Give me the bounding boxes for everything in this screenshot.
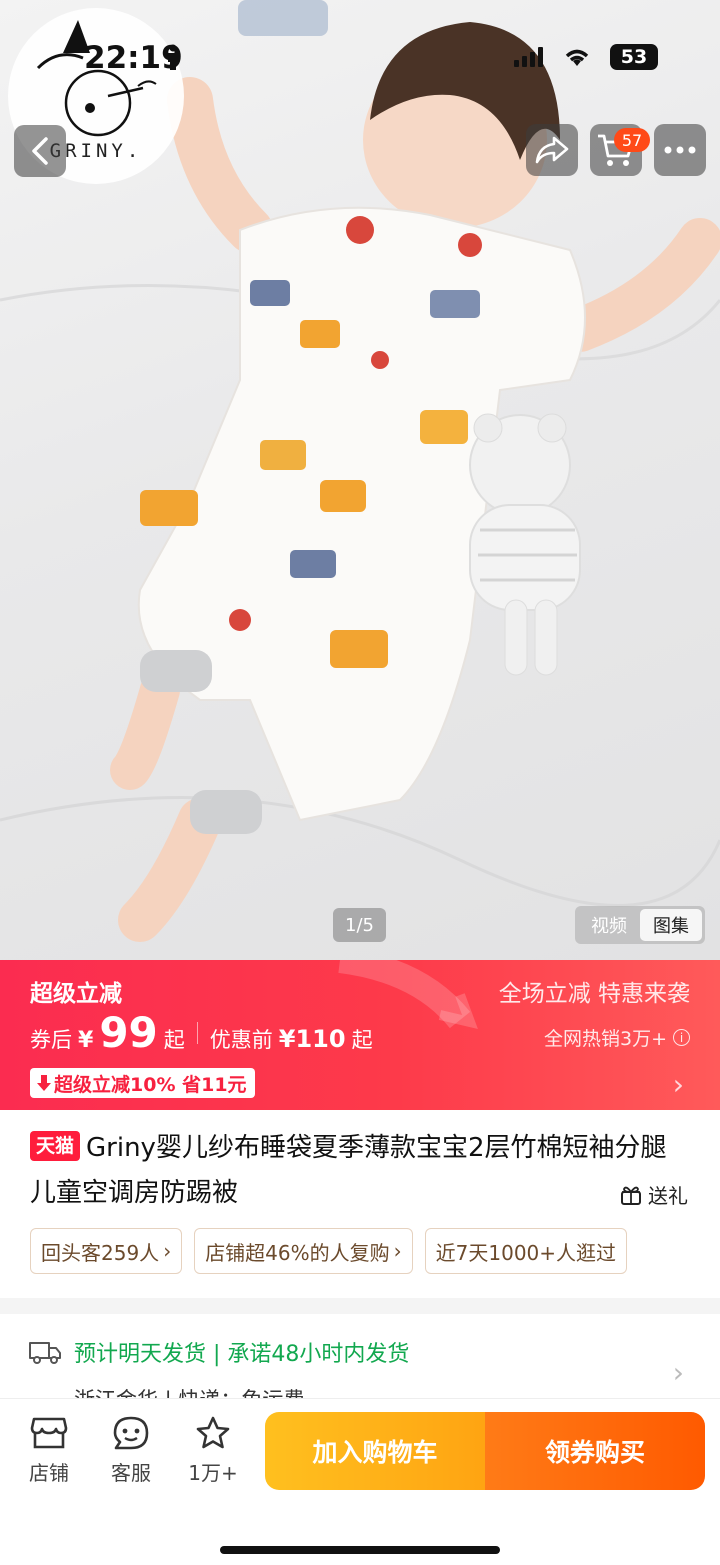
price-suffix: 起 (163, 1028, 185, 1052)
chevron-left-icon (32, 137, 48, 165)
final-price: 99 (99, 1008, 158, 1057)
chevron-right-icon: › (672, 1356, 684, 1389)
gift-label: 送礼 (648, 1184, 688, 1208)
before-suffix: 起 (351, 1028, 373, 1052)
bottom-action-bar: 店铺 客服 1万+ 加入购物车 领券购买 (0, 1398, 720, 1565)
service-icon (113, 1416, 149, 1450)
tab-gallery[interactable]: 图集 (640, 909, 702, 941)
purchase-buttons: 加入购物车 领券购买 (265, 1412, 705, 1490)
delivery-estimate: 预计明天发货 | 承诺48小时内发货 (28, 1336, 409, 1368)
price-divider (196, 1022, 198, 1044)
promo-banner[interactable]: 超级立减 券后 ¥ 99 起 优惠前 ¥110 起 超级立减10% 省11元 全… (0, 960, 720, 1110)
share-button[interactable] (526, 124, 578, 176)
original-price: ¥110 (278, 1025, 346, 1053)
buy-with-coupon-button[interactable]: 领券购买 (485, 1412, 705, 1490)
delivery-card[interactable]: 预计明天发货 | 承诺48小时内发货 浙江金华 | 快递：免运费 › (0, 1314, 720, 1400)
chevron-right-icon: › (163, 1239, 172, 1263)
add-to-cart-button[interactable]: 加入购物车 (265, 1412, 485, 1490)
chevron-right-icon: › (672, 1068, 684, 1101)
chip-returning-customers[interactable]: 回头客259人 › (30, 1228, 183, 1274)
promo-slogan: 全场立减 特惠来袭 (498, 981, 690, 1007)
more-button[interactable] (654, 124, 706, 176)
info-icon: i (673, 1029, 690, 1046)
sales-info[interactable]: 全网热销3万+ i (544, 1024, 690, 1051)
star-icon (196, 1416, 230, 1449)
more-dots-icon (664, 146, 696, 154)
wifi-icon (565, 49, 589, 66)
gift-icon (621, 1186, 641, 1205)
product-title-text: Griny婴儿纱布睡袋夏季薄款宝宝2层竹棉短袖分腿儿童空调房防踢被 (30, 1133, 667, 1208)
favorite-button[interactable]: 1万+ (178, 1415, 248, 1486)
promo-title: 超级立减 (30, 981, 122, 1007)
customer-service-button[interactable]: 客服 (96, 1415, 166, 1486)
favorite-count: 1万+ (188, 1461, 238, 1485)
before-label: 优惠前 (209, 1028, 273, 1052)
chip-label: 近7天1000+人逛过 (435, 1240, 617, 1265)
product-title-card: 天猫 Griny婴儿纱布睡袋夏季薄款宝宝2层竹棉短袖分腿儿童空调房防踢被 送礼 回… (0, 1110, 720, 1298)
discount-tag: 超级立减10% 省11元 (30, 1068, 255, 1098)
arrow-down-icon (37, 1075, 51, 1091)
store-button[interactable]: 店铺 (14, 1415, 84, 1486)
sales-count: 全网热销3万+ (543, 1028, 667, 1050)
store-icon (30, 1417, 68, 1449)
back-button[interactable] (14, 125, 66, 177)
promo-price-row: 券后 ¥ 99 起 优惠前 ¥110 起 (30, 1012, 373, 1054)
home-indicator (220, 1546, 500, 1554)
signal-icon (514, 47, 543, 67)
chevron-right-icon: › (393, 1239, 402, 1263)
image-counter: 1/5 (333, 908, 386, 942)
share-icon (535, 136, 569, 164)
person-icon (166, 44, 180, 76)
service-label: 客服 (111, 1461, 151, 1485)
product-title[interactable]: 天猫 Griny婴儿纱布睡袋夏季薄款宝宝2层竹棉短袖分腿儿童空调房防踢被 (30, 1126, 690, 1216)
chip-label: 店铺超46%的人复购 (205, 1240, 390, 1265)
tmall-badge: 天猫 (30, 1131, 81, 1161)
chip-label: 回头客259人 (41, 1240, 160, 1265)
media-switch[interactable]: 视频 图集 (575, 906, 705, 944)
currency-symbol: ¥ (78, 1028, 94, 1053)
cart-count-badge: 57 (614, 128, 650, 152)
delivery-text: 预计明天发货 | 承诺48小时内发货 (74, 1342, 410, 1367)
chip-recent-visitors[interactable]: 近7天1000+人逛过 (424, 1228, 628, 1274)
social-proof-chips: 回头客259人 › 店铺超46%的人复购 › 近7天1000+人逛过 (30, 1228, 690, 1276)
product-image-gallery[interactable]: GRINY. 22:19 53 57 1/5 视频 图集 (0, 0, 720, 960)
battery-indicator: 53 (610, 44, 658, 70)
truck-icon (29, 1342, 61, 1364)
coupon-prefix: 券后 (30, 1028, 72, 1052)
status-bar: 22:19 53 (0, 0, 720, 110)
gift-button[interactable]: 送礼 (620, 1180, 688, 1209)
tab-video[interactable]: 视频 (578, 909, 640, 941)
status-icons: 53 (514, 44, 658, 70)
store-label: 店铺 (29, 1461, 69, 1485)
discount-tag-label: 超级立减10% 省11元 (54, 1073, 247, 1096)
chip-repurchase[interactable]: 店铺超46%的人复购 › (194, 1228, 413, 1274)
